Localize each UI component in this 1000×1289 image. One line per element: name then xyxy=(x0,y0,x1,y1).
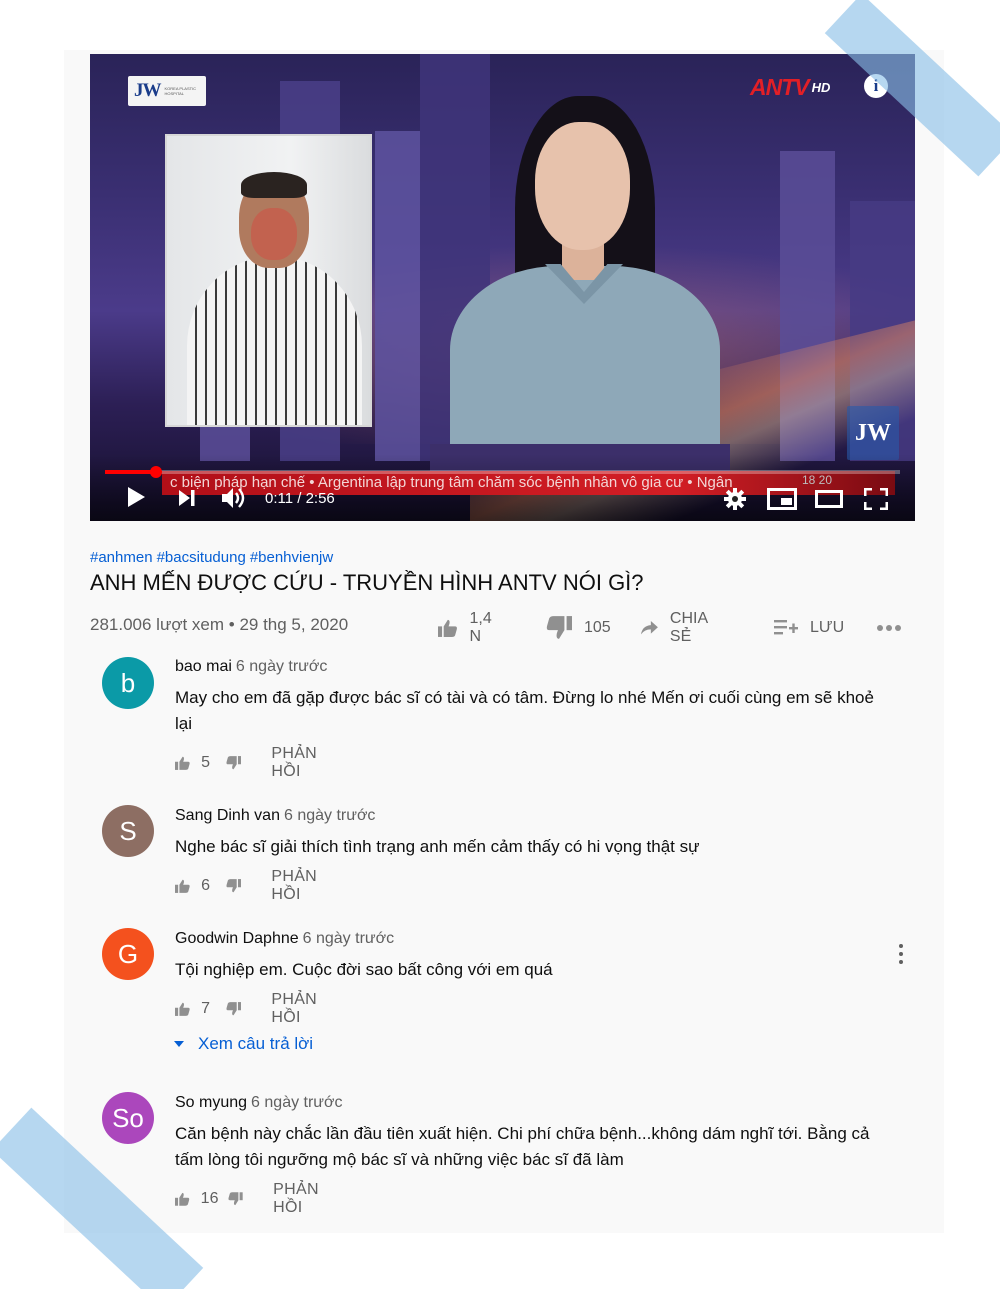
hashtag-link[interactable]: #benhvienjw xyxy=(250,549,333,566)
comment-author[interactable]: Sang Dinh van xyxy=(175,807,280,824)
comment-like-count: 6 xyxy=(201,877,211,894)
settings-icon xyxy=(724,488,746,510)
video-inset-photo xyxy=(165,134,372,427)
comment-menu-button[interactable] xyxy=(894,942,908,966)
comment-text: Căn bệnh này chắc lần đầu tiên xuất hiện… xyxy=(175,1124,870,1169)
settings-button[interactable] xyxy=(724,488,746,510)
dislike-button[interactable]: 105 xyxy=(546,616,611,640)
avatar[interactable]: S xyxy=(102,805,154,857)
reply-button[interactable]: PHẢN HỒI xyxy=(271,991,331,1027)
next-button[interactable] xyxy=(178,489,196,507)
thumbs-up-icon[interactable] xyxy=(175,754,190,772)
volume-icon xyxy=(222,488,245,508)
play-icon xyxy=(128,487,145,507)
thumbs-up-icon[interactable] xyxy=(175,877,190,895)
comment-time[interactable]: 6 ngày trước xyxy=(251,1094,342,1111)
thumbs-up-icon[interactable] xyxy=(175,1190,190,1208)
comment-text: Tội nghiệp em. Cuộc đời sao bất công với… xyxy=(175,960,553,979)
caret-down-icon xyxy=(174,1041,184,1047)
more-actions-button[interactable] xyxy=(876,624,902,632)
thumbs-down-icon[interactable] xyxy=(228,1190,244,1208)
fullscreen-button[interactable] xyxy=(864,488,888,510)
more-horizontal-icon xyxy=(877,625,901,631)
channel-logo: JW KOREA PLASTIC HOSPITAL xyxy=(128,76,206,106)
news-anchor-face xyxy=(535,122,630,250)
thumbs-down-icon[interactable] xyxy=(226,754,242,772)
comment-author[interactable]: So myung xyxy=(175,1094,247,1111)
avatar[interactable]: So xyxy=(102,1092,154,1144)
hashtag-link[interactable]: #bacsitudung xyxy=(157,549,246,566)
progress-scrubber[interactable] xyxy=(149,466,162,478)
fullscreen-icon xyxy=(864,488,888,510)
thumbs-up-icon xyxy=(438,619,457,637)
share-button[interactable]: CHIA SẺ xyxy=(641,610,714,646)
comment-like-count: 7 xyxy=(201,1000,211,1017)
time-display: 0:11 / 2:56 xyxy=(265,490,335,507)
theater-button[interactable] xyxy=(815,490,843,508)
video-title: ANH MẾN ĐƯỢC CỨU - TRUYỀN HÌNH ANTV NÓI … xyxy=(90,570,644,595)
progress-fill xyxy=(105,470,156,474)
play-button[interactable] xyxy=(126,486,146,508)
avatar[interactable]: G xyxy=(102,928,154,980)
miniplayer-icon xyxy=(767,488,797,510)
broadcaster-logo: ANTV HD xyxy=(750,73,831,100)
reply-button[interactable]: PHẢN HỒI xyxy=(271,745,331,781)
theater-icon xyxy=(815,490,843,508)
comment-text: May cho em đã gặp được bác sĩ có tài và … xyxy=(175,688,874,733)
video-player[interactable]: JW KOREA PLASTIC HOSPITAL ANTV HD JW c b… xyxy=(90,54,915,521)
next-icon xyxy=(179,490,195,506)
comment-author[interactable]: Goodwin Daphne xyxy=(175,930,299,947)
view-replies-button[interactable]: Xem câu trả lời xyxy=(174,1034,313,1054)
miniplayer-button[interactable] xyxy=(767,488,797,510)
share-icon xyxy=(641,620,658,635)
avatar[interactable]: b xyxy=(102,657,154,709)
reply-button[interactable]: PHẢN HỒI xyxy=(273,1181,332,1217)
thumbs-down-icon[interactable] xyxy=(226,877,242,895)
thumbs-down-icon[interactable] xyxy=(226,1000,242,1018)
thumbs-down-icon xyxy=(546,616,572,639)
volume-button[interactable] xyxy=(221,487,247,509)
like-button[interactable]: 1,4 N xyxy=(438,610,498,646)
save-button[interactable]: LƯU xyxy=(774,618,844,638)
comment-like-count: 16 xyxy=(200,1190,219,1207)
video-building xyxy=(375,131,420,461)
more-vertical-icon xyxy=(899,944,903,948)
ticker-clock: 18 20 xyxy=(802,473,833,487)
thumbs-up-icon[interactable] xyxy=(175,1000,190,1018)
comment-text: Nghe bác sĩ giải thích tình trạng anh mế… xyxy=(175,837,700,856)
comment-author[interactable]: bao mai xyxy=(175,658,232,675)
corner-logo: JW xyxy=(847,406,899,460)
comment-like-count: 5 xyxy=(201,754,211,771)
reply-button[interactable]: PHẢN HỒI xyxy=(271,868,331,904)
hashtags: #anhmen #bacsitudung #benhvienjw xyxy=(90,549,337,566)
hashtag-link[interactable]: #anhmen xyxy=(90,549,153,566)
comment-time[interactable]: 6 ngày trước xyxy=(236,658,327,675)
comment-time[interactable]: 6 ngày trước xyxy=(284,807,375,824)
comment-time[interactable]: 6 ngày trước xyxy=(303,930,394,947)
progress-bar[interactable] xyxy=(105,466,900,478)
view-stats: 281.006 lượt xem • 29 thg 5, 2020 xyxy=(90,615,349,634)
playlist-add-icon xyxy=(774,620,798,635)
